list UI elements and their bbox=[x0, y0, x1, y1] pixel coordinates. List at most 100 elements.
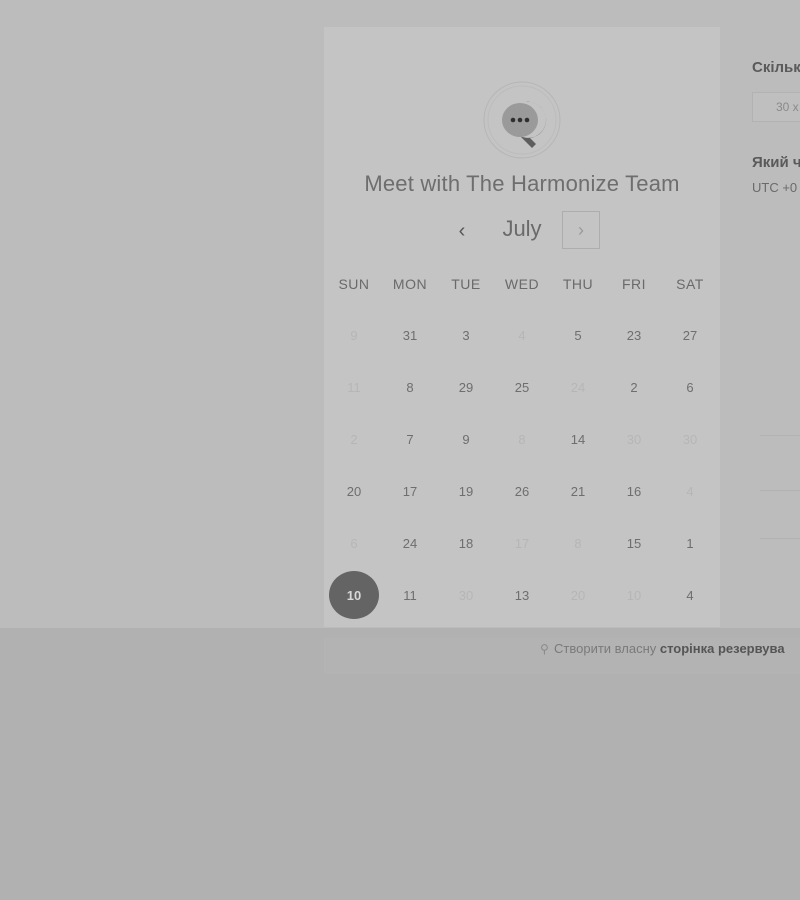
calendar-day: 2 bbox=[326, 413, 382, 465]
calendar-day-number: 17 bbox=[514, 535, 530, 551]
calendar-day-number: 11 bbox=[403, 587, 417, 603]
calendar-day[interactable]: 8 bbox=[382, 361, 438, 413]
weekday-label: SAT bbox=[676, 276, 704, 292]
calendar-day[interactable]: 25 bbox=[494, 361, 550, 413]
calendar-day[interactable]: 27 bbox=[662, 309, 718, 361]
calendar-day-number: 30 bbox=[626, 431, 642, 447]
hubspot-sprocket-icon: ⚲ bbox=[540, 642, 549, 656]
calendar-day[interactable]: 24 bbox=[382, 517, 438, 569]
calendar-day-number: 11 bbox=[347, 379, 361, 395]
calendar-day[interactable]: 15 bbox=[606, 517, 662, 569]
calendar-day[interactable]: 6 bbox=[662, 361, 718, 413]
calendar-day[interactable]: 14 bbox=[550, 413, 606, 465]
calendar-day[interactable]: 21 bbox=[550, 465, 606, 517]
chat-bubble-logo-icon bbox=[483, 81, 561, 159]
calendar-day: 8 bbox=[494, 413, 550, 465]
weekday-label: THU bbox=[562, 276, 594, 292]
calendar-day[interactable]: 20 bbox=[326, 465, 382, 517]
calendar-day-number: 25 bbox=[514, 379, 530, 395]
footer-link-text: Створити власну bbox=[554, 641, 660, 656]
calendar-day: 30 bbox=[662, 413, 718, 465]
calendar-day[interactable]: 2 bbox=[606, 361, 662, 413]
calendar-day-number: 4 bbox=[686, 587, 694, 603]
calendar-day[interactable]: 23 bbox=[606, 309, 662, 361]
calendar-day: 10 bbox=[606, 569, 662, 621]
calendar-day-number: 18 bbox=[458, 535, 474, 551]
calendar-day-number: 30 bbox=[682, 431, 698, 447]
calendar-day-number: 30 bbox=[458, 587, 474, 603]
calendar-day: 6 bbox=[326, 517, 382, 569]
divider bbox=[760, 435, 800, 436]
calendar-day-selected[interactable]: 10 bbox=[326, 569, 382, 621]
calendar-day-number: 19 bbox=[458, 483, 474, 499]
weekday-header: SUN MON TUE WED THU FRI SAT bbox=[326, 276, 718, 292]
calendar-day[interactable]: 13 bbox=[494, 569, 550, 621]
weekday-label: WED bbox=[504, 276, 540, 292]
calendar-day-number: 20 bbox=[570, 587, 586, 603]
calendar-day[interactable]: 11 bbox=[382, 569, 438, 621]
footer-link-bold: сторінка резервува bbox=[659, 641, 785, 656]
time-label: Який ч bbox=[752, 154, 800, 171]
duration-select[interactable]: 30 х bbox=[752, 92, 800, 122]
calendar-day-number: 4 bbox=[518, 327, 526, 343]
calendar-day-number: 17 bbox=[402, 483, 418, 499]
calendar-day-number: 24 bbox=[570, 379, 586, 395]
calendar-day: 17 bbox=[494, 517, 550, 569]
calendar-day-number: 26 bbox=[514, 483, 530, 499]
calendar-day-number: 3 bbox=[462, 327, 470, 343]
calendar-day[interactable]: 26 bbox=[494, 465, 550, 517]
calendar-day-number: 5 bbox=[574, 327, 582, 343]
calendar-day-number: 8 bbox=[574, 535, 582, 551]
month-label: July bbox=[502, 216, 542, 241]
calendar-day[interactable]: 16 bbox=[606, 465, 662, 517]
calendar-day[interactable]: 29 bbox=[438, 361, 494, 413]
calendar-day: 30 bbox=[438, 569, 494, 621]
next-month-button[interactable]: › bbox=[562, 211, 600, 249]
calendar-day[interactable]: 4 bbox=[662, 569, 718, 621]
calendar-day: 24 bbox=[550, 361, 606, 413]
calendar-day-number: 6 bbox=[686, 379, 694, 395]
calendar-day: 9 bbox=[326, 309, 382, 361]
calendar-day-number: 23 bbox=[626, 327, 642, 343]
calendar-day-number: 13 bbox=[514, 587, 530, 603]
calendar-day: 11 bbox=[326, 361, 382, 413]
calendar-day[interactable]: 19 bbox=[438, 465, 494, 517]
calendar-day[interactable]: 7 bbox=[382, 413, 438, 465]
calendar-day-number: 2 bbox=[630, 379, 638, 395]
duration-label: Скільк bbox=[752, 59, 800, 76]
divider bbox=[760, 538, 800, 539]
calendar-day-number: 8 bbox=[406, 379, 414, 395]
calendar-day[interactable]: 31 bbox=[382, 309, 438, 361]
divider bbox=[760, 490, 800, 491]
calendar-day-number: 9 bbox=[350, 327, 358, 343]
calendar-day-number: 24 bbox=[402, 535, 418, 551]
page-title: Meet with The Harmonize Team bbox=[364, 171, 680, 196]
calendar-day[interactable]: 9 bbox=[438, 413, 494, 465]
calendar-day: 8 bbox=[550, 517, 606, 569]
calendar-day: 4 bbox=[494, 309, 550, 361]
calendar-day-number: 27 bbox=[682, 327, 698, 343]
calendar-day-number: 8 bbox=[518, 431, 526, 447]
calendar-day: 20 bbox=[550, 569, 606, 621]
weekday-label: TUE bbox=[451, 276, 481, 292]
calendar-grid: 9 31 3 4 5 23 27 11 8 29 25 24 2 6 2 7 9 8 14 30 30 20 17 19 26 2… bbox=[326, 309, 718, 621]
calendar-day-number: 2 bbox=[350, 431, 358, 447]
weekday-label: SUN bbox=[338, 276, 370, 292]
calendar-day[interactable]: 5 bbox=[550, 309, 606, 361]
calendar-day[interactable]: 18 bbox=[438, 517, 494, 569]
calendar-day-number: 10 bbox=[626, 587, 642, 603]
calendar-day-number: 16 bbox=[626, 483, 642, 499]
calendar-day: 4 bbox=[662, 465, 718, 517]
prev-month-button[interactable]: ‹ bbox=[448, 217, 476, 245]
weekday-label: MON bbox=[392, 276, 428, 292]
create-booking-page-link[interactable]: ⚲ Створити власну сторінка резервува bbox=[540, 641, 785, 656]
calendar-day[interactable]: 17 bbox=[382, 465, 438, 517]
calendar-day-number: 31 bbox=[402, 327, 418, 343]
calendar-day-number: 14 bbox=[570, 431, 586, 447]
calendar-day[interactable]: 3 bbox=[438, 309, 494, 361]
weekday-label: FRI bbox=[621, 276, 647, 292]
calendar-day[interactable]: 1 bbox=[662, 517, 718, 569]
timezone-select[interactable]: UTC +0 bbox=[752, 180, 797, 195]
calendar-day-number: 7 bbox=[406, 431, 414, 447]
calendar-day-number: 10 bbox=[329, 571, 379, 619]
